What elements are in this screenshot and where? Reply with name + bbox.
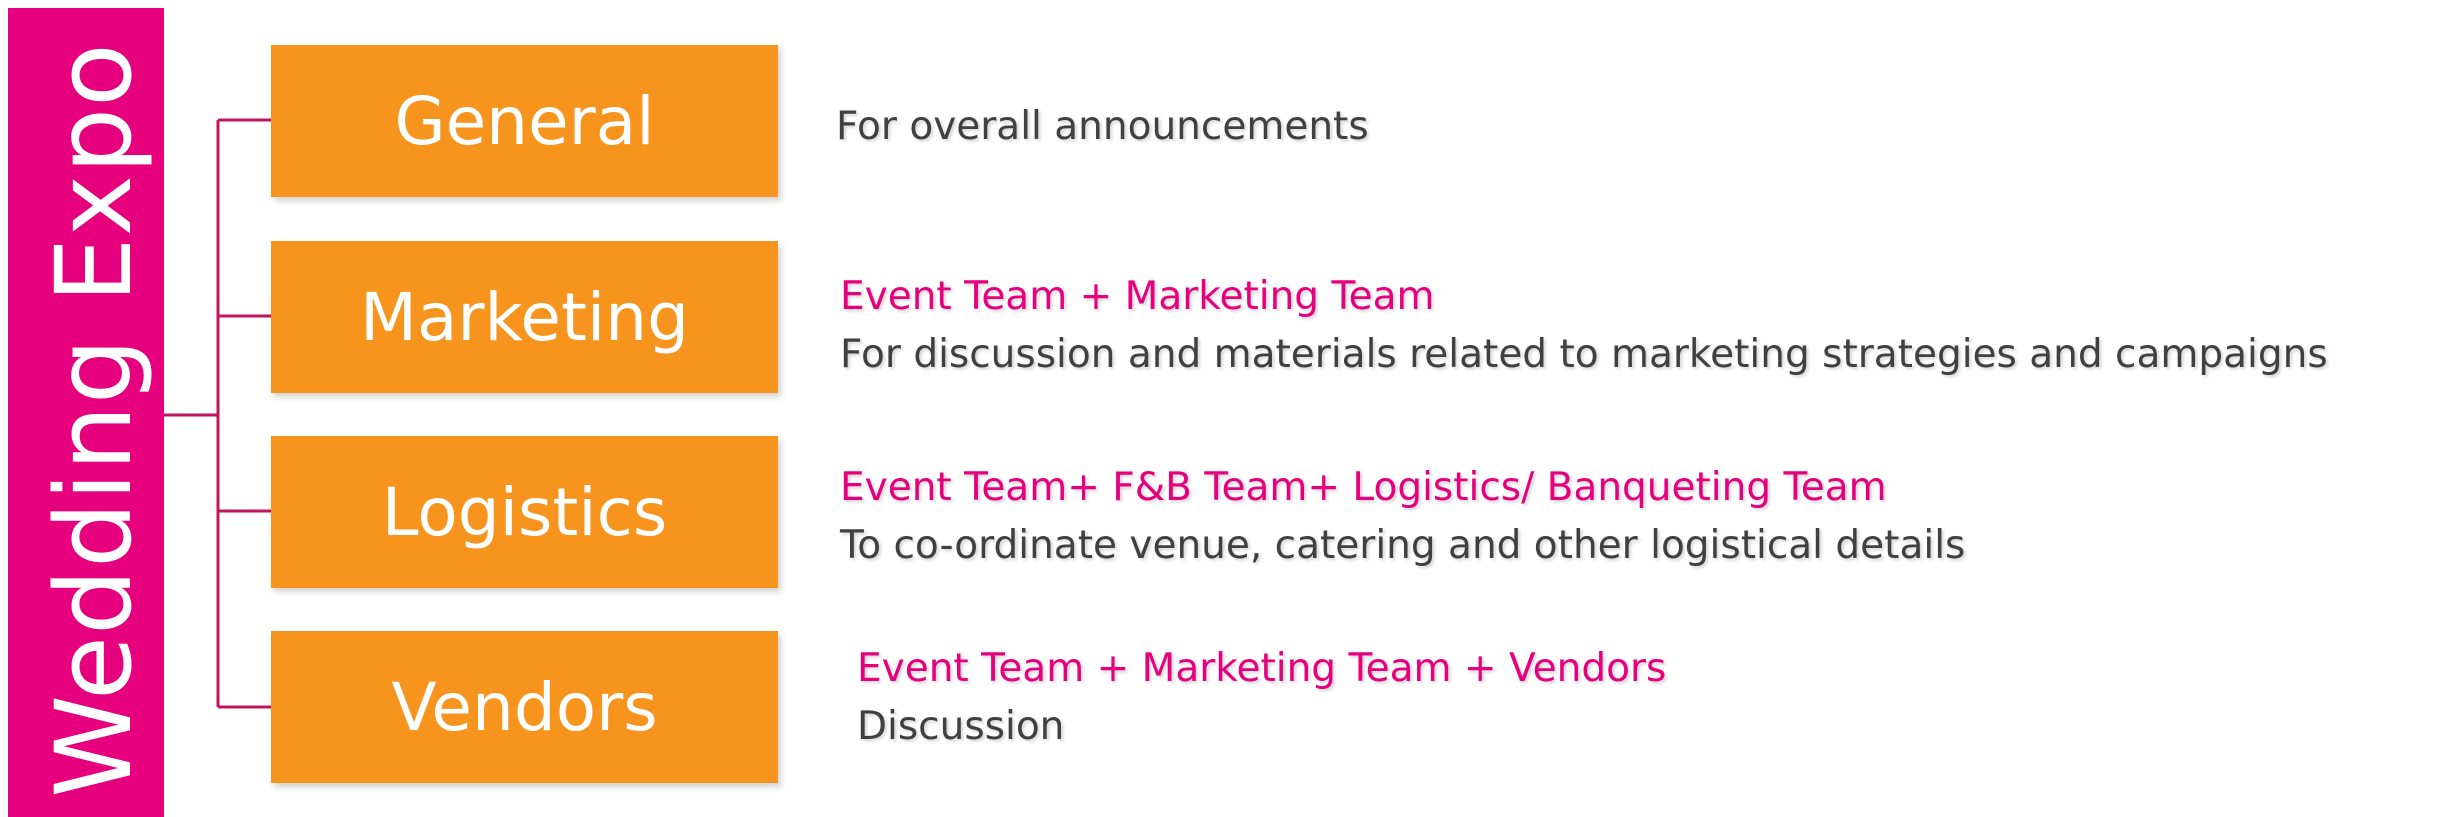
team-text-vendors: Event Team + Marketing Team + Vendors bbox=[857, 646, 1667, 691]
description-text-logistics: To co-ordinate venue, catering and other… bbox=[840, 523, 1966, 568]
team-text-marketing: Event Team + Marketing Team bbox=[840, 274, 1435, 319]
branch-description-vendors: Event Team + Marketing Team + Vendors Di… bbox=[857, 640, 1666, 756]
root-label: Wedding Expo bbox=[33, 42, 155, 798]
branch-label-general: General bbox=[394, 82, 655, 160]
branch-label-logistics: Logistics bbox=[381, 473, 668, 551]
branch-logistics: Logistics bbox=[271, 436, 778, 588]
branch-description-logistics: Event Team+ F&B Team+ Logistics/ Banquet… bbox=[840, 459, 1965, 575]
branch-vendors: Vendors bbox=[271, 631, 778, 783]
team-text-logistics: Event Team+ F&B Team+ Logistics/ Banquet… bbox=[840, 465, 1887, 510]
description-text-vendors: Discussion bbox=[857, 704, 1065, 749]
root-node: Wedding Expo bbox=[8, 8, 164, 817]
description-text-marketing: For discussion and materials related to … bbox=[840, 332, 2328, 377]
branch-description-general: For overall announcements bbox=[836, 98, 1369, 156]
description-text-general: For overall announcements bbox=[836, 104, 1369, 149]
branch-label-marketing: Marketing bbox=[360, 278, 689, 356]
branch-general: General bbox=[271, 45, 778, 197]
branch-label-vendors: Vendors bbox=[391, 668, 658, 746]
branch-marketing: Marketing bbox=[271, 241, 778, 393]
branch-description-marketing: Event Team + Marketing Team For discussi… bbox=[840, 268, 2328, 384]
